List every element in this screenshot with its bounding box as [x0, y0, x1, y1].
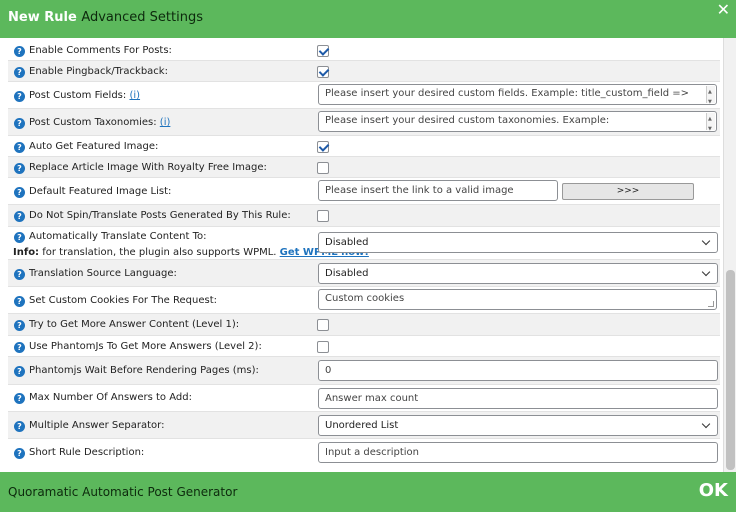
help-icon[interactable]: ? — [14, 91, 25, 102]
help-icon[interactable]: ? — [14, 320, 25, 331]
help-icon[interactable]: ? — [14, 393, 25, 404]
row-auto-featured-image: ? Auto Get Featured Image: — [8, 136, 720, 157]
label-custom-fields: Post Custom Fields: — [29, 90, 127, 101]
label-answer-separator: Multiple Answer Separator: — [29, 420, 165, 431]
help-icon[interactable]: ? — [14, 342, 25, 353]
plugin-name: Quoramatic Automatic Post Generator — [8, 485, 238, 499]
label-more-answers-level-1: Try to Get More Answer Content (Level 1)… — [29, 319, 240, 330]
label-short-description: Short Rule Description: — [29, 447, 145, 458]
label-royalty-free-image: Replace Article Image With Royalty Free … — [29, 162, 267, 173]
row-phantomjs: ? Use PhantomJs To Get More Answers (Leve… — [8, 336, 720, 357]
help-icon[interactable]: ? — [14, 46, 25, 57]
row-source-language: ? Translation Source Language: Disabled — [8, 260, 720, 287]
resize-handle-icon[interactable] — [708, 301, 714, 307]
row-royalty-free-image: ? Replace Article Image With Royalty Free… — [8, 157, 720, 178]
row-custom-fields: ? Post Custom Fields: (i) Please insert y… — [8, 82, 720, 109]
modal-title-main: New Rule — [8, 10, 77, 25]
close-icon[interactable]: ✕ — [717, 0, 730, 19]
answer-separator-select[interactable]: Unordered List — [318, 415, 718, 436]
scroll-arrows-icon[interactable] — [706, 112, 715, 131]
source-language-select[interactable]: Disabled — [318, 263, 718, 284]
label-enable-pingback: Enable Pingback/Trackback: — [29, 66, 168, 77]
translate-language-select[interactable]: Disabled — [318, 232, 718, 253]
row-custom-cookies: ? Set Custom Cookies For The Request: Cus… — [8, 287, 720, 314]
checkbox-no-spin[interactable] — [317, 210, 329, 222]
scroll-arrows-icon[interactable] — [706, 85, 715, 104]
checkbox-phantomjs[interactable] — [317, 341, 329, 353]
row-enable-comments: ? Enable Comments For Posts: — [8, 40, 720, 61]
custom-fields-textarea[interactable]: Please insert your desired custom fields… — [318, 84, 717, 105]
help-icon[interactable]: ? — [14, 118, 25, 129]
max-answers-input[interactable]: Answer max count — [318, 388, 718, 409]
help-icon[interactable]: ? — [14, 187, 25, 198]
help-icon[interactable]: ? — [14, 448, 25, 459]
settings-panel[interactable]: ? Enable Comments For Posts: ? Enable Ping… — [0, 38, 736, 472]
label-auto-featured-image: Auto Get Featured Image: — [29, 141, 159, 152]
checkbox-more-answers-level-1[interactable] — [317, 319, 329, 331]
help-icon[interactable]: ? — [14, 67, 25, 78]
help-icon[interactable]: ? — [14, 421, 25, 432]
label-max-answers: Max Number Of Answers to Add: — [29, 392, 192, 403]
checkbox-auto-featured-image[interactable] — [317, 141, 329, 153]
help-icon[interactable]: ? — [14, 142, 25, 153]
custom-cookies-textarea[interactable]: Custom cookies — [318, 289, 717, 310]
scrollbar-thumb[interactable] — [726, 270, 735, 470]
row-no-spin: ? Do Not Spin/Translate Posts Generated B… — [8, 205, 720, 227]
label-custom-taxonomies: Post Custom Taxonomies: — [29, 117, 157, 128]
info-link-custom-fields[interactable]: (i) — [129, 90, 140, 101]
label-phantomjs: Use PhantomJs To Get More Answers (Level… — [29, 341, 262, 352]
label-no-spin: Do Not Spin/Translate Posts Generated By… — [29, 210, 291, 221]
custom-taxonomies-textarea[interactable]: Please insert your desired custom taxono… — [318, 111, 717, 132]
modal-title: New Rule Advanced Settings — [8, 10, 203, 25]
default-featured-image-input[interactable]: Please insert the link to a valid image — [318, 180, 558, 201]
label-source-language: Translation Source Language: — [29, 268, 177, 279]
checkbox-enable-pingback[interactable] — [317, 66, 329, 78]
label-auto-translate: Automatically Translate Content To: — [29, 231, 207, 242]
row-max-answers: ? Max Number Of Answers to Add: Answer ma… — [8, 385, 720, 412]
short-description-input[interactable]: Input a description — [318, 442, 718, 463]
browse-images-button[interactable]: >>> — [562, 183, 694, 200]
help-icon[interactable]: ? — [14, 211, 25, 222]
help-icon[interactable]: ? — [14, 269, 25, 280]
help-icon[interactable]: ? — [14, 232, 25, 243]
label-phantomjs-wait: Phantomjs Wait Before Rendering Pages (m… — [29, 365, 259, 376]
help-icon[interactable]: ? — [14, 163, 25, 174]
checkbox-enable-comments[interactable] — [317, 45, 329, 57]
row-short-description: ? Short Rule Description: Input a descrip… — [8, 439, 720, 466]
row-answer-separator: ? Multiple Answer Separator: Unordered Li… — [8, 412, 720, 439]
row-more-answers-level-1: ? Try to Get More Answer Content (Level 1… — [8, 314, 720, 336]
row-default-featured-image: ? Default Featured Image List: Please ins… — [8, 178, 720, 205]
scrollbar[interactable] — [723, 38, 736, 472]
modal-title-sub: Advanced Settings — [81, 10, 203, 25]
wpml-info: Info: for translation, the plugin also s… — [13, 247, 369, 258]
label-default-featured-image: Default Featured Image List: — [29, 186, 172, 197]
row-enable-pingback: ? Enable Pingback/Trackback: — [8, 61, 720, 82]
label-enable-comments: Enable Comments For Posts: — [29, 45, 172, 56]
checkbox-royalty-free-image[interactable] — [317, 162, 329, 174]
row-custom-taxonomies: ? Post Custom Taxonomies: (i) Please inse… — [8, 109, 720, 136]
modal-header: New Rule Advanced Settings ✕ — [0, 0, 736, 38]
label-custom-cookies: Set Custom Cookies For The Request: — [29, 295, 217, 306]
row-phantomjs-wait: ? Phantomjs Wait Before Rendering Pages (… — [8, 357, 720, 385]
help-icon[interactable]: ? — [14, 366, 25, 377]
ok-button[interactable]: OK — [699, 480, 728, 501]
modal-footer: Quoramatic Automatic Post Generator OK — [0, 472, 736, 512]
row-auto-translate: ? Automatically Translate Content To: Inf… — [8, 227, 720, 260]
info-link-custom-taxonomies[interactable]: (i) — [160, 117, 171, 128]
phantomjs-wait-input[interactable]: 0 — [318, 360, 718, 381]
help-icon[interactable]: ? — [14, 296, 25, 307]
